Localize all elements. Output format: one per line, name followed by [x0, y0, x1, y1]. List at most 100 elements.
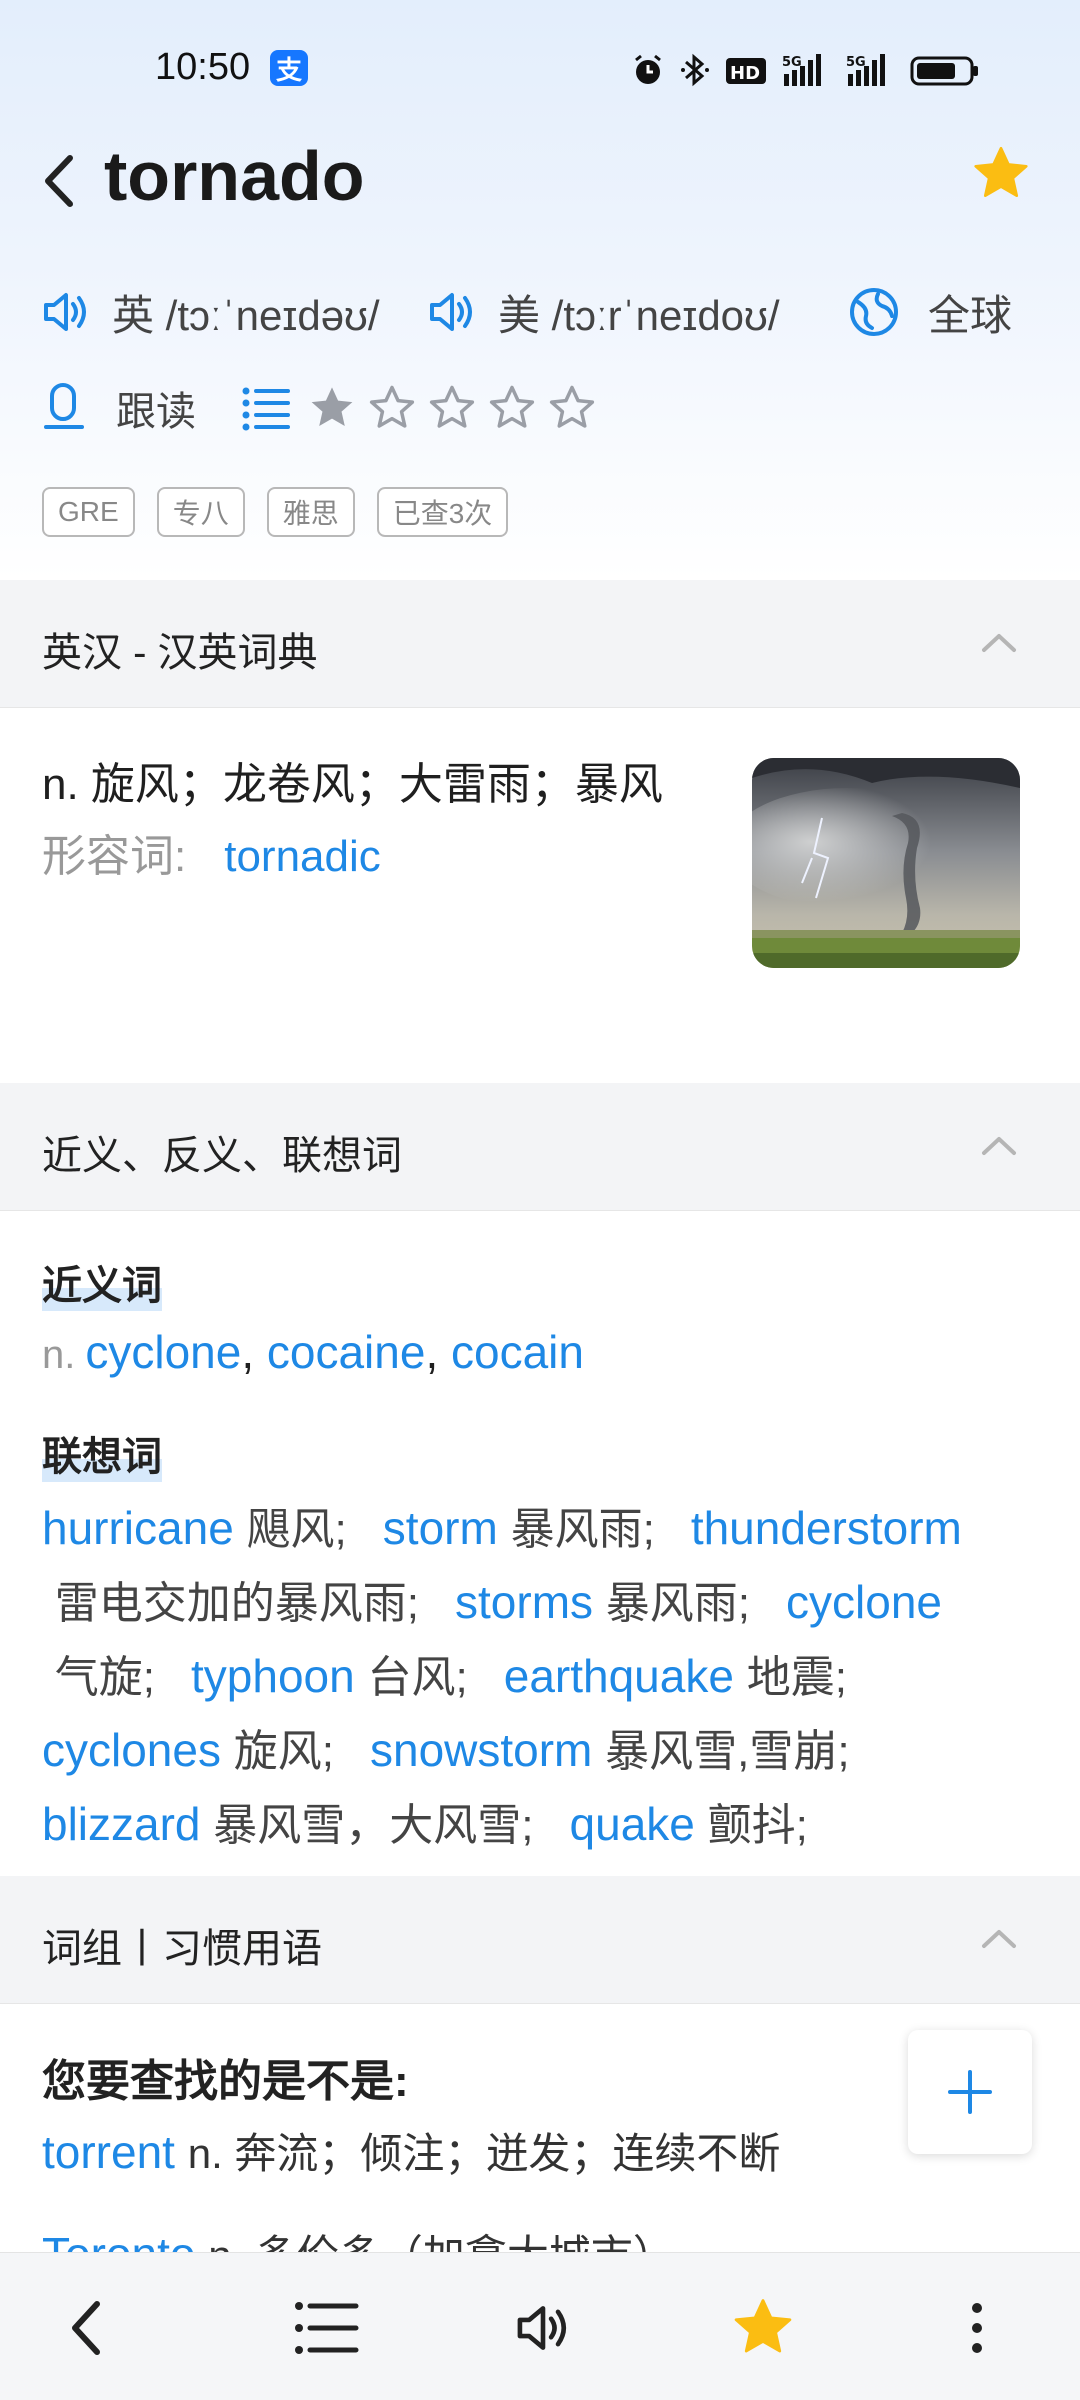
assoc-meaning: 暴风雨; — [510, 1505, 655, 1554]
assoc-word-link[interactable]: earthquake — [504, 1650, 734, 1702]
assoc-word-link[interactable]: hurricane — [42, 1502, 234, 1554]
tag-gre: GRE — [42, 487, 135, 537]
back-button[interactable] — [52, 2293, 122, 2363]
assoc-meaning: 暴风雪，大风雪; — [213, 1801, 534, 1850]
dictionary-section-header[interactable]: 英汉 - 汉英词典 — [0, 580, 1080, 708]
star-empty-icon[interactable] — [546, 382, 598, 434]
section-title: 词组丨习惯用语 — [42, 1927, 322, 1971]
suggestion-word-link[interactable]: torrent — [42, 2126, 175, 2178]
global-pronunciation[interactable]: 全球 — [848, 280, 1012, 344]
svg-text:5G: 5G — [846, 55, 866, 70]
assoc-word-link[interactable]: storms — [455, 1576, 593, 1628]
assoc-meaning: 暴风雨; — [605, 1579, 751, 1628]
suggestion-meaning: n. 奔流；倾注；迸发；连续不断 — [187, 2130, 781, 2177]
chevron-up-icon[interactable] — [980, 1926, 1018, 1950]
tornado-photo — [752, 758, 1020, 968]
plus-icon — [948, 2070, 992, 2114]
global-label: 全球 — [928, 291, 1013, 339]
alarm-icon — [635, 54, 661, 84]
list-button[interactable] — [292, 2293, 362, 2363]
assoc-meaning: 旋风; — [233, 1727, 334, 1776]
assoc-word-link[interactable]: snowstorm — [370, 1724, 592, 1776]
status-time: 10:50 — [155, 46, 251, 88]
globe-icon[interactable] — [848, 286, 900, 338]
back-arrow-icon[interactable] — [38, 150, 88, 212]
microphone-icon[interactable] — [40, 381, 88, 435]
section-title: 英汉 - 汉英词典 — [42, 631, 318, 675]
synonym-link[interactable]: cocain — [451, 1326, 584, 1378]
uk-phonetic: 英 /tɔːˈneɪdəʊ/ — [112, 291, 380, 339]
add-button[interactable] — [908, 2030, 1032, 2154]
pronounce-button[interactable] — [508, 2293, 578, 2363]
assoc-word-link[interactable]: quake — [570, 1798, 695, 1850]
adjective-row: 形容词: tornadic — [42, 820, 381, 884]
practice-row: 跟读 — [40, 375, 598, 441]
star-filled-icon[interactable] — [306, 382, 358, 434]
us-pronunciation[interactable]: 美 /tɔːrˈneɪdoʊ/ — [426, 280, 780, 344]
tornado-image[interactable] — [752, 758, 1020, 968]
adjective-label: 形容词: — [42, 832, 187, 881]
battery-icon — [910, 56, 978, 86]
separator: , — [425, 1326, 452, 1378]
phrases-section-header[interactable]: 词组丨习惯用语 — [0, 1876, 1080, 2004]
chevron-up-icon[interactable] — [980, 630, 1018, 654]
star-icon — [734, 2299, 792, 2353]
synonym-link[interactable]: cocaine — [267, 1326, 426, 1378]
assoc-meaning: 颤抖; — [707, 1801, 808, 1850]
star-empty-icon[interactable] — [366, 382, 418, 434]
bottom-toolbar — [0, 2252, 1080, 2400]
list-icon — [295, 2302, 359, 2354]
assoc-word-link[interactable]: blizzard — [42, 1798, 201, 1850]
chevron-up-icon[interactable] — [980, 1133, 1018, 1157]
related-words-section-header[interactable]: 近义、反义、联想词 — [0, 1083, 1080, 1211]
word-list-icon[interactable] — [240, 385, 292, 431]
associations-title: 联想词 — [42, 1424, 162, 1482]
speaker-icon — [517, 2306, 567, 2350]
assoc-word-link[interactable]: typhoon — [191, 1650, 355, 1702]
suggestion-row[interactable]: torrent n. 奔流；倾注；迸发；连续不断 — [42, 2120, 780, 2181]
favorite-button[interactable] — [728, 2293, 798, 2363]
svg-text:5G: 5G — [782, 55, 802, 70]
separator: , — [241, 1326, 267, 1378]
exam-tags: GRE 专八 雅思 已查3次 — [42, 487, 509, 537]
status-bar: 10:50 支 HD 5G 5G — [0, 0, 1080, 130]
assoc-meaning: 台风; — [367, 1653, 468, 1702]
favorite-star-icon[interactable] — [970, 143, 1032, 205]
star-empty-icon[interactable] — [486, 382, 538, 434]
read-along-label[interactable]: 跟读 — [116, 379, 196, 437]
uk-pronunciation[interactable]: 英 /tɔːˈneɪdəʊ/ — [40, 280, 380, 344]
hd-icon: HD — [726, 58, 766, 84]
assoc-word-link[interactable]: thunderstorm — [691, 1502, 962, 1554]
part-of-speech: n. — [42, 1333, 76, 1377]
status-icons: HD 5G 5G — [630, 50, 980, 90]
alipay-icon: 支 — [270, 50, 308, 86]
us-phonetic: 美 /tɔːrˈneɪdoʊ/ — [498, 291, 780, 339]
speaker-icon[interactable] — [426, 286, 478, 338]
assoc-meaning: 地震; — [746, 1653, 847, 1702]
synonym-link[interactable]: cyclone — [85, 1326, 241, 1378]
tag-ielts: 雅思 — [266, 487, 355, 537]
assoc-meaning: 雷电交加的暴风雨; — [54, 1579, 420, 1628]
assoc-meaning: 飓风; — [246, 1505, 347, 1554]
star-rating[interactable] — [306, 382, 598, 434]
bluetooth-icon — [681, 53, 709, 87]
assoc-word-link[interactable]: storm — [383, 1502, 498, 1554]
tag-lookup-count: 已查3次 — [376, 487, 509, 537]
5g-signal-icon: 5G — [782, 54, 821, 86]
chevron-left-icon — [72, 2301, 100, 2355]
assoc-word-link[interactable]: cyclone — [786, 1576, 942, 1628]
assoc-meaning: 暴风雪,雪崩; — [605, 1727, 850, 1776]
associations-list: hurricane 飓风; storm 暴风雨; thunderstorm 雷电交加… — [42, 1492, 1052, 1862]
definition-text: n. 旋风；龙卷风；大雷雨；暴风 — [42, 760, 663, 809]
pronunciation-row: 英 /tɔːˈneɪdəʊ/ 美 /tɔːrˈneɪdoʊ/ 全球 — [40, 280, 1050, 344]
did-you-mean-label: 您要查找的是不是: — [42, 2057, 409, 2106]
adjective-link[interactable]: tornadic — [224, 832, 381, 881]
tag-tem8: 专八 — [156, 487, 245, 537]
word-title: tornado — [104, 137, 365, 215]
svg-text:HD: HD — [730, 63, 760, 84]
assoc-word-link[interactable]: cyclones — [42, 1724, 221, 1776]
speaker-icon[interactable] — [40, 286, 92, 338]
synonyms-title: 近义词 — [42, 1253, 162, 1311]
star-empty-icon[interactable] — [426, 382, 478, 434]
more-button[interactable] — [942, 2293, 1012, 2363]
